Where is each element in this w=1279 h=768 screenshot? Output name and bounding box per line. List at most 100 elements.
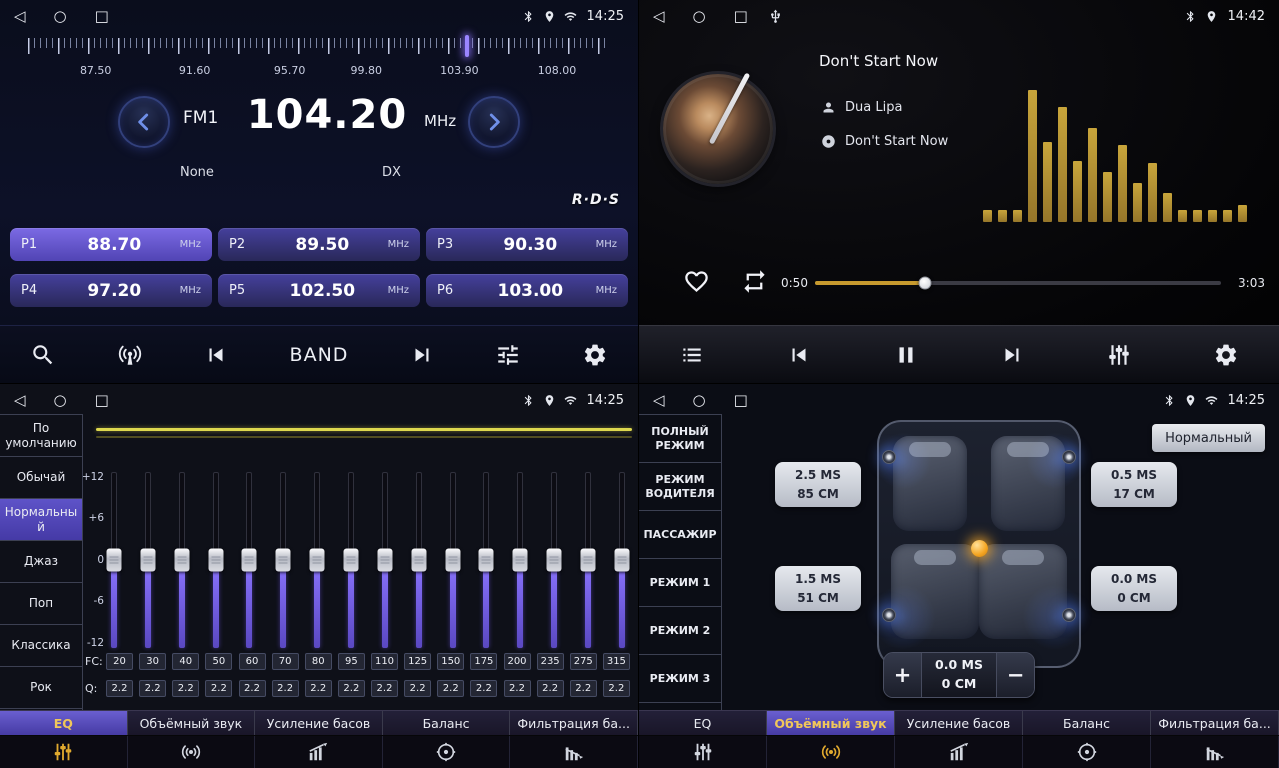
preset-button[interactable]: P390.30MHz bbox=[426, 228, 628, 261]
eq-preset-item[interactable]: Нормальный bbox=[0, 499, 82, 541]
recents-button[interactable]: □ bbox=[95, 393, 109, 408]
slider-handle[interactable] bbox=[614, 549, 629, 572]
seek-up-button[interactable] bbox=[468, 96, 520, 148]
slider-handle[interactable] bbox=[276, 549, 291, 572]
eq-band-slider[interactable] bbox=[445, 472, 461, 648]
tab-surround[interactable]: Объёмный звук bbox=[767, 711, 895, 735]
tab-surround-icon-button[interactable] bbox=[128, 736, 256, 768]
preset-button[interactable]: P188.70MHz bbox=[10, 228, 212, 261]
stations-button[interactable] bbox=[117, 342, 143, 368]
tab-eq[interactable]: EQ bbox=[639, 711, 767, 735]
delay-badge-rear-right[interactable]: 0.0 MS 0 CM bbox=[1091, 566, 1177, 611]
eq-preset-item[interactable]: Рок bbox=[0, 667, 82, 709]
eq-band-slider[interactable] bbox=[512, 472, 528, 648]
slider-handle[interactable] bbox=[479, 549, 494, 572]
eq-band-slider[interactable] bbox=[174, 472, 190, 648]
tab-balance[interactable]: Баланс bbox=[1023, 711, 1151, 735]
tab-eq[interactable]: EQ bbox=[0, 711, 128, 735]
tab-balance[interactable]: Баланс bbox=[383, 711, 511, 735]
scan-button[interactable] bbox=[30, 342, 56, 368]
preset-button[interactable]: P289.50MHz bbox=[218, 228, 420, 261]
tab-bass[interactable]: Усиление басов bbox=[895, 711, 1023, 735]
eq-band-slider[interactable] bbox=[580, 472, 596, 648]
eq-band-slider[interactable] bbox=[546, 472, 562, 648]
home-button[interactable]: ○ bbox=[54, 393, 67, 408]
eq-band-slider[interactable] bbox=[275, 472, 291, 648]
tab-filter-icon-button[interactable] bbox=[1151, 736, 1279, 768]
repeat-button[interactable] bbox=[741, 268, 768, 295]
eq-preset-item[interactable]: По умолчанию bbox=[0, 415, 82, 457]
slider-handle[interactable] bbox=[445, 549, 460, 572]
eq-preset-item[interactable]: Обычай bbox=[0, 457, 82, 499]
tab-eq-icon-button[interactable] bbox=[639, 736, 767, 768]
home-button[interactable]: ○ bbox=[54, 9, 67, 24]
recents-button[interactable]: □ bbox=[734, 9, 748, 24]
settings-button[interactable] bbox=[1213, 342, 1239, 368]
eq-band-slider[interactable] bbox=[208, 472, 224, 648]
eq-band-slider[interactable] bbox=[343, 472, 359, 648]
progress-knob[interactable] bbox=[918, 277, 931, 290]
home-button[interactable]: ○ bbox=[693, 393, 706, 408]
surround-mode-item[interactable]: РЕЖИМ ВОДИТЕЛЯ bbox=[639, 463, 721, 511]
pause-button[interactable] bbox=[893, 342, 919, 368]
favorite-button[interactable] bbox=[683, 268, 710, 295]
delay-badge-front-left[interactable]: 2.5 MS 85 CM bbox=[775, 462, 861, 507]
previous-station-button[interactable] bbox=[203, 342, 229, 368]
seek-down-button[interactable] bbox=[118, 96, 170, 148]
progress-bar[interactable] bbox=[815, 281, 1221, 285]
playlist-button[interactable] bbox=[679, 342, 705, 368]
back-button[interactable]: ◁ bbox=[653, 393, 665, 408]
surround-mode-item[interactable]: ПАССАЖИР bbox=[639, 511, 721, 559]
slider-handle[interactable] bbox=[411, 549, 426, 572]
previous-track-button[interactable] bbox=[786, 342, 812, 368]
next-track-button[interactable] bbox=[999, 342, 1025, 368]
tab-surround-icon-button[interactable] bbox=[767, 736, 895, 768]
back-button[interactable]: ◁ bbox=[653, 9, 665, 24]
tab-balance-icon-button[interactable] bbox=[1023, 736, 1151, 768]
home-button[interactable]: ○ bbox=[693, 9, 706, 24]
tab-bass[interactable]: Усиление басов bbox=[255, 711, 383, 735]
eq-band-slider[interactable] bbox=[309, 472, 325, 648]
preset-button[interactable]: P497.20MHz bbox=[10, 274, 212, 307]
eq-preset-item[interactable]: Поп bbox=[0, 583, 82, 625]
tab-bass-icon-button[interactable] bbox=[255, 736, 383, 768]
frequency-scale[interactable] bbox=[28, 38, 610, 56]
eq-band-slider[interactable] bbox=[140, 472, 156, 648]
tab-filter[interactable]: Фильтрация ба... bbox=[510, 711, 638, 735]
slider-handle[interactable] bbox=[174, 549, 189, 572]
slider-handle[interactable] bbox=[547, 549, 562, 572]
tab-bass-icon-button[interactable] bbox=[895, 736, 1023, 768]
surround-mode-item[interactable]: РЕЖИМ 2 bbox=[639, 607, 721, 655]
profile-button[interactable]: Нормальный bbox=[1152, 424, 1265, 452]
eq-band-slider[interactable] bbox=[478, 472, 494, 648]
delay-badge-rear-left[interactable]: 1.5 MS 51 CM bbox=[775, 566, 861, 611]
slider-handle[interactable] bbox=[107, 549, 122, 572]
tab-eq-icon-button[interactable] bbox=[0, 736, 128, 768]
surround-mode-item[interactable]: ПОЛНЫЙ РЕЖИМ bbox=[639, 415, 721, 463]
back-button[interactable]: ◁ bbox=[14, 393, 26, 408]
audio-settings-button[interactable] bbox=[495, 342, 521, 368]
preset-button[interactable]: P6103.00MHz bbox=[426, 274, 628, 307]
slider-handle[interactable] bbox=[581, 549, 596, 572]
eq-band-slider[interactable] bbox=[377, 472, 393, 648]
band-button[interactable]: BAND bbox=[290, 344, 349, 366]
tab-filter[interactable]: Фильтрация ба... bbox=[1151, 711, 1279, 735]
back-button[interactable]: ◁ bbox=[14, 9, 26, 24]
eq-band-slider[interactable] bbox=[106, 472, 122, 648]
preset-button[interactable]: P5102.50MHz bbox=[218, 274, 420, 307]
recents-button[interactable]: □ bbox=[734, 393, 748, 408]
tab-filter-icon-button[interactable] bbox=[510, 736, 638, 768]
surround-mode-item[interactable]: РЕЖИМ 3 bbox=[639, 655, 721, 703]
tab-surround[interactable]: Объёмный звук bbox=[128, 711, 256, 735]
delay-badge-front-right[interactable]: 0.5 MS 17 CM bbox=[1091, 462, 1177, 507]
delay-decrease-button[interactable]: − bbox=[996, 653, 1034, 697]
delay-increase-button[interactable]: + bbox=[884, 653, 922, 697]
slider-handle[interactable] bbox=[242, 549, 257, 572]
slider-handle[interactable] bbox=[377, 549, 392, 572]
slider-handle[interactable] bbox=[208, 549, 223, 572]
slider-handle[interactable] bbox=[140, 549, 155, 572]
slider-handle[interactable] bbox=[310, 549, 325, 572]
eq-band-slider[interactable] bbox=[411, 472, 427, 648]
eq-preset-item[interactable]: Джаз bbox=[0, 541, 82, 583]
slider-handle[interactable] bbox=[344, 549, 359, 572]
